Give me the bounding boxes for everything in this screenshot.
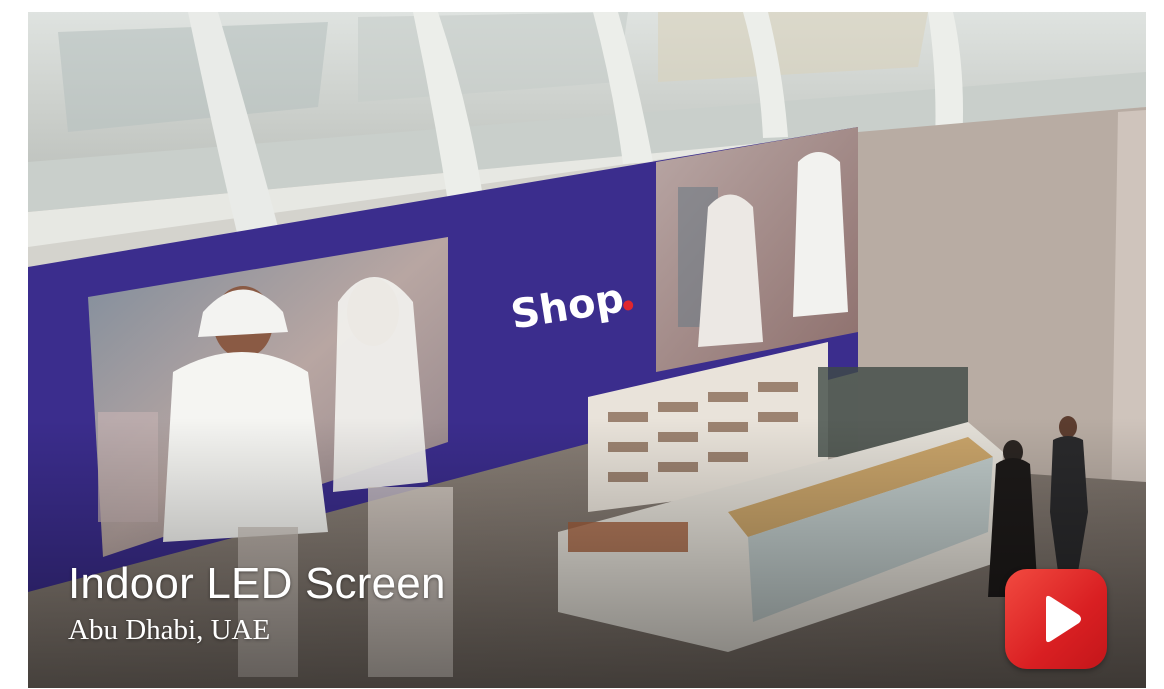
video-title: Indoor LED Screen	[68, 559, 446, 608]
shop-logo-text: Shop	[508, 275, 627, 338]
play-icon	[1046, 595, 1081, 643]
shop-logo: Shop	[508, 275, 634, 339]
play-button[interactable]	[1005, 569, 1107, 669]
video-location: Abu Dhabi, UAE	[68, 614, 271, 646]
caption: Indoor LED Screen Abu Dhabi, UAE	[68, 560, 446, 648]
video-thumbnail[interactable]: Shop Indoor LED Screen Abu Dhabi, UAE	[28, 12, 1146, 688]
